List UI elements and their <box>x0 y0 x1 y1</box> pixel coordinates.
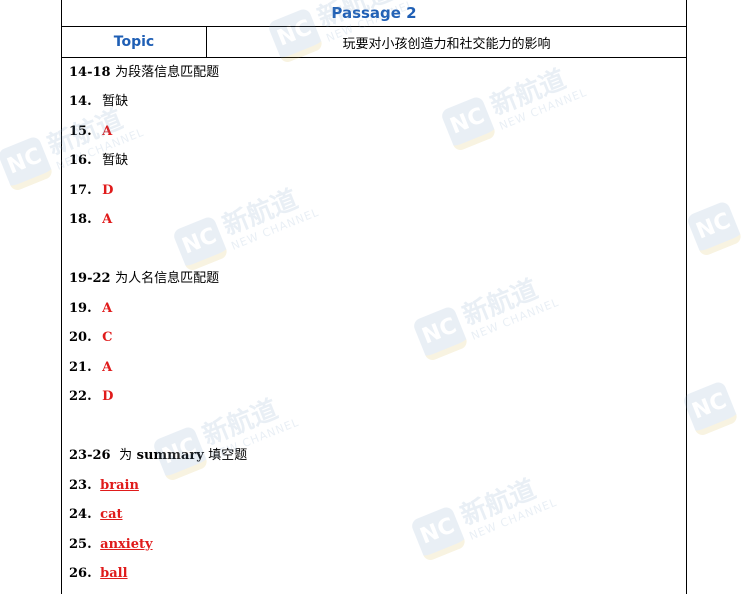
answer-line-18: 18. A <box>69 211 112 229</box>
topic-value: 玩要对小孩创造力和社交能力的影响 <box>342 36 551 52</box>
answer-letter: D <box>102 389 114 404</box>
question-number: 25. <box>69 537 92 552</box>
new-channel-logo-icon: NC <box>0 135 55 193</box>
answer-line-22: 22. D <box>69 388 113 406</box>
answer-letter: A <box>102 212 113 227</box>
question-number: 17. <box>69 183 92 198</box>
section-heading-text: 为 <box>119 448 133 463</box>
answer-line-25: 25. anxiety <box>69 536 153 554</box>
answer-line-26: 26. ball <box>69 565 128 583</box>
section-heading-keyword: summary <box>136 448 204 463</box>
question-number: 21. <box>69 360 92 375</box>
answer-line-23: 23. brain <box>69 477 139 495</box>
topic-label: Topic <box>62 27 207 57</box>
section-heading-number: 23-26 <box>69 448 111 463</box>
new-channel-logo-icon: NC <box>681 380 740 438</box>
answer-sheet: Passage 2 Topic 玩要对小孩创造力和社交能力的影响 14-18 为… <box>61 0 687 594</box>
answer-letter: C <box>102 330 113 345</box>
section-heading-text: 为人名信息匹配题 <box>115 271 220 286</box>
question-number: 15. <box>69 124 92 139</box>
question-number: 23. <box>69 478 92 493</box>
answer-line-20: 20. C <box>69 329 113 347</box>
question-number: 20. <box>69 330 92 345</box>
answer-line-19: 19. A <box>69 300 112 318</box>
answer-line-21: 21. A <box>69 359 112 377</box>
answer-line-16: 16. 暂缺 <box>69 152 128 170</box>
watermark-logo: NC <box>681 380 740 438</box>
question-number: 19. <box>69 301 92 316</box>
answer-line-24: 24. cat <box>69 506 123 524</box>
answer-letter: A <box>102 360 113 375</box>
section-heading-19-22: 19-22 为人名信息匹配题 <box>69 270 219 288</box>
passage-title: Passage 2 <box>331 4 417 22</box>
answer-word: cat <box>100 507 123 522</box>
section-heading-number: 19-22 <box>69 271 111 286</box>
topic-row: Topic 玩要对小孩创造力和社交能力的影响 <box>62 27 686 58</box>
question-number: 16. <box>69 153 92 168</box>
question-number: 14. <box>69 94 92 109</box>
section-heading-number: 14-18 <box>69 65 111 80</box>
question-number: 22. <box>69 389 92 404</box>
section-heading-14-18: 14-18 为段落信息匹配题 <box>69 64 219 82</box>
passage-header-row: Passage 2 <box>62 0 686 27</box>
question-number: 26. <box>69 566 92 581</box>
question-number: 18. <box>69 212 92 227</box>
answer-letter: D <box>102 183 114 198</box>
answer-line-17: 17. D <box>69 182 113 200</box>
answer-word: anxiety <box>100 537 153 552</box>
answer-line-14: 14. 暂缺 <box>69 93 128 111</box>
answer-missing: 暂缺 <box>102 94 129 109</box>
answer-letter: A <box>102 124 113 139</box>
new-channel-logo-icon: NC <box>685 200 744 258</box>
question-number: 24. <box>69 507 92 522</box>
answer-line-15: 15. A <box>69 123 112 141</box>
answer-missing: 暂缺 <box>102 153 129 168</box>
watermark-logo: NC <box>685 200 744 258</box>
answer-word: ball <box>100 566 128 581</box>
answer-letter: A <box>102 301 113 316</box>
section-heading-text: 填空题 <box>208 448 248 463</box>
section-heading-text: 为段落信息匹配题 <box>115 65 220 80</box>
answer-word: brain <box>100 478 139 493</box>
section-heading-23-26: 23-26 为 summary 填空题 <box>69 447 247 465</box>
